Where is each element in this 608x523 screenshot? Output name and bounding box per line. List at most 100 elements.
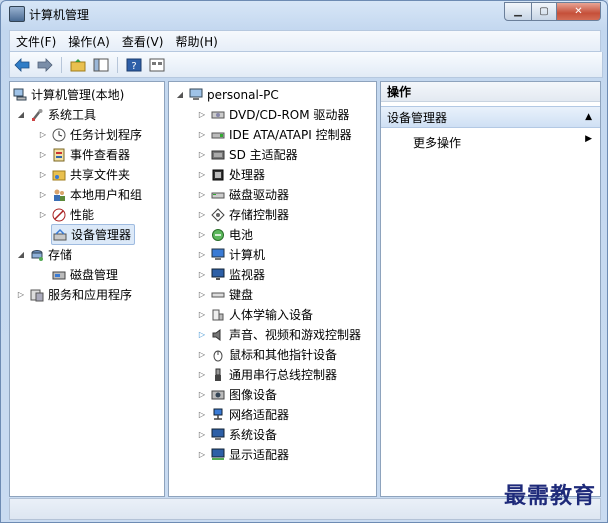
expand-arrow-icon[interactable]: ▷ [197,350,207,359]
device-category[interactable]: ▷ 网络适配器 [197,405,289,424]
expand-arrow-icon[interactable]: ▷ [197,370,207,379]
arrow-right-icon[interactable] [35,56,55,74]
collapse-arrow-icon[interactable]: ◢ [16,110,26,119]
collapse-up-icon[interactable]: ▲ [585,112,592,122]
tree-item-performance[interactable]: ▷ 性能 [38,205,94,224]
expand-arrow-icon[interactable]: ▷ [38,210,48,219]
computer-icon [188,88,203,102]
expand-arrow-icon[interactable]: ▷ [197,290,207,299]
menu-help[interactable]: 帮助(H) [169,33,223,50]
speaker-icon [210,328,225,342]
tree-item-label: 图像设备 [229,388,278,402]
collapse-arrow-icon[interactable]: ◢ [175,90,185,99]
tree-item-label: personal-PC [207,87,279,102]
shared-folder-icon [51,168,66,182]
menu-view[interactable]: 查看(V) [116,33,170,50]
more-actions-link[interactable]: 更多操作 [413,134,461,151]
expand-arrow-icon[interactable]: ▷ [38,130,48,139]
folder-up-icon[interactable] [68,56,88,74]
computer-management-icon [9,6,25,22]
expand-arrow-icon[interactable]: ▷ [197,390,207,399]
device-category[interactable]: ▷ IDE ATA/ATAPI 控制器 [197,125,352,144]
tree-item-root[interactable]: 计算机管理(本地) [12,85,124,104]
expand-arrow-icon[interactable]: ▷ [197,430,207,439]
chevron-right-icon[interactable]: ▶ [585,134,592,144]
device-category[interactable]: ▷ 声音、视频和游戏控制器 [197,325,361,344]
expand-arrow-icon[interactable]: ▷ [197,110,207,119]
actions-section-device-manager[interactable]: 设备管理器 ▲ [381,106,600,128]
expand-arrow-icon[interactable]: ▷ [38,190,48,199]
expand-arrow-icon[interactable]: ▷ [197,270,207,279]
device-category[interactable]: ▷ 图像设备 [197,385,277,404]
window-title: 计算机管理 [29,8,90,22]
expand-arrow-icon[interactable]: ▷ [197,330,207,339]
tree-item-task-scheduler[interactable]: ▷ 任务计划程序 [38,125,142,144]
close-button[interactable]: ✕ [557,2,601,21]
expand-arrow-icon[interactable]: ▷ [197,410,207,419]
device-category[interactable]: ▷ 计算机 [197,245,265,264]
ide-controller-icon [210,128,225,142]
expand-arrow-icon[interactable]: ▷ [197,310,207,319]
tree-item-label: 声音、视频和游戏控制器 [229,328,362,342]
expand-arrow-icon[interactable]: ▷ [197,150,207,159]
expand-arrow-icon[interactable]: ▷ [197,190,207,199]
keyboard-icon [210,288,225,302]
usb-icon [210,368,225,382]
device-category[interactable]: ▷ 显示适配器 [197,445,289,464]
arrow-left-icon[interactable] [12,56,32,74]
expand-arrow-icon[interactable]: ▷ [38,170,48,179]
collapse-arrow-icon[interactable]: ◢ [16,250,26,259]
device-category[interactable]: ▷ 存储控制器 [197,205,289,224]
tree-item-label: 服务和应用程序 [48,288,133,302]
device-category[interactable]: ▷ 键盘 [197,285,253,304]
device-tree-root[interactable]: ◢ personal-PC [175,85,279,104]
device-category[interactable]: ▷ SD 主适配器 [197,145,298,164]
tree-item-label: 系统设备 [229,428,278,442]
device-category[interactable]: ▷ 鼠标和其他指针设备 [197,345,337,364]
device-category[interactable]: ▷ DVD/CD-ROM 驱动器 [197,105,350,124]
device-tree-pane[interactable]: ◢ personal-PC ▷ DVD/CD-ROM 驱动器 ▷ IDE ATA… [168,81,377,497]
expand-arrow-icon[interactable]: ▷ [38,150,48,159]
expand-arrow-icon[interactable]: ▷ [197,250,207,259]
device-category[interactable]: ▷ 系统设备 [197,425,277,444]
expand-arrow-icon[interactable]: ▷ [197,450,207,459]
help-icon[interactable]: ? [124,56,144,74]
network-adapter-icon [210,408,225,422]
tree-item-label: 键盘 [229,288,254,302]
tree-item-label: 磁盘管理 [70,268,119,282]
expand-arrow-icon[interactable]: ▷ [16,290,26,299]
tree-item-services-apps[interactable]: ▷ 服务和应用程序 [16,285,132,304]
tree-item-label: 通用串行总线控制器 [229,368,338,382]
menu-action[interactable]: 操作(A) [62,33,116,50]
title-bar[interactable]: 计算机管理 ▁ ▢ ✕ [1,1,607,27]
computer-management-window: 计算机管理 ▁ ▢ ✕ 文件(F) 操作(A) 查看(V) 帮助(H) ? 计算… [0,0,608,523]
watermark-logo: 最需教育 [503,483,596,509]
processor-icon [210,168,225,182]
battery-icon [210,228,225,242]
menu-file[interactable]: 文件(F) [10,33,62,50]
device-category[interactable]: ▷ 监视器 [197,265,265,284]
tree-item-label: 存储控制器 [229,208,290,222]
device-category[interactable]: ▷ 电池 [197,225,253,244]
console-tree-pane[interactable]: 计算机管理(本地) ◢ 系统工具 ▷ 任务计划程序 ▷ 事件查看器 ▷ 共享文件… [9,81,165,497]
tree-item-shared-folders[interactable]: ▷ 共享文件夹 [38,165,130,184]
tree-item-system-tools[interactable]: ◢ 系统工具 [16,105,96,124]
tree-item-device-manager[interactable]: 设备管理器 [51,224,136,245]
console-tree-icon[interactable] [91,56,111,74]
storage-icon [29,248,44,262]
properties-icon[interactable] [147,56,167,74]
expand-arrow-icon[interactable]: ▷ [197,130,207,139]
device-category[interactable]: ▷ 磁盘驱动器 [197,185,289,204]
device-category[interactable]: ▷ 通用串行总线控制器 [197,365,337,384]
minimize-button[interactable]: ▁ [504,2,532,21]
expand-arrow-icon[interactable]: ▷ [197,230,207,239]
expand-arrow-icon[interactable]: ▷ [197,170,207,179]
tree-item-disk-management[interactable]: 磁盘管理 [51,265,118,284]
device-category[interactable]: ▷ 处理器 [197,165,265,184]
tree-item-event-viewer[interactable]: ▷ 事件查看器 [38,145,130,164]
tree-item-storage[interactable]: ◢ 存储 [16,245,72,264]
tree-item-local-users[interactable]: ▷ 本地用户和组 [38,185,142,204]
expand-arrow-icon[interactable]: ▷ [197,210,207,219]
maximize-button[interactable]: ▢ [532,2,557,21]
device-category[interactable]: ▷ 人体学输入设备 [197,305,313,324]
